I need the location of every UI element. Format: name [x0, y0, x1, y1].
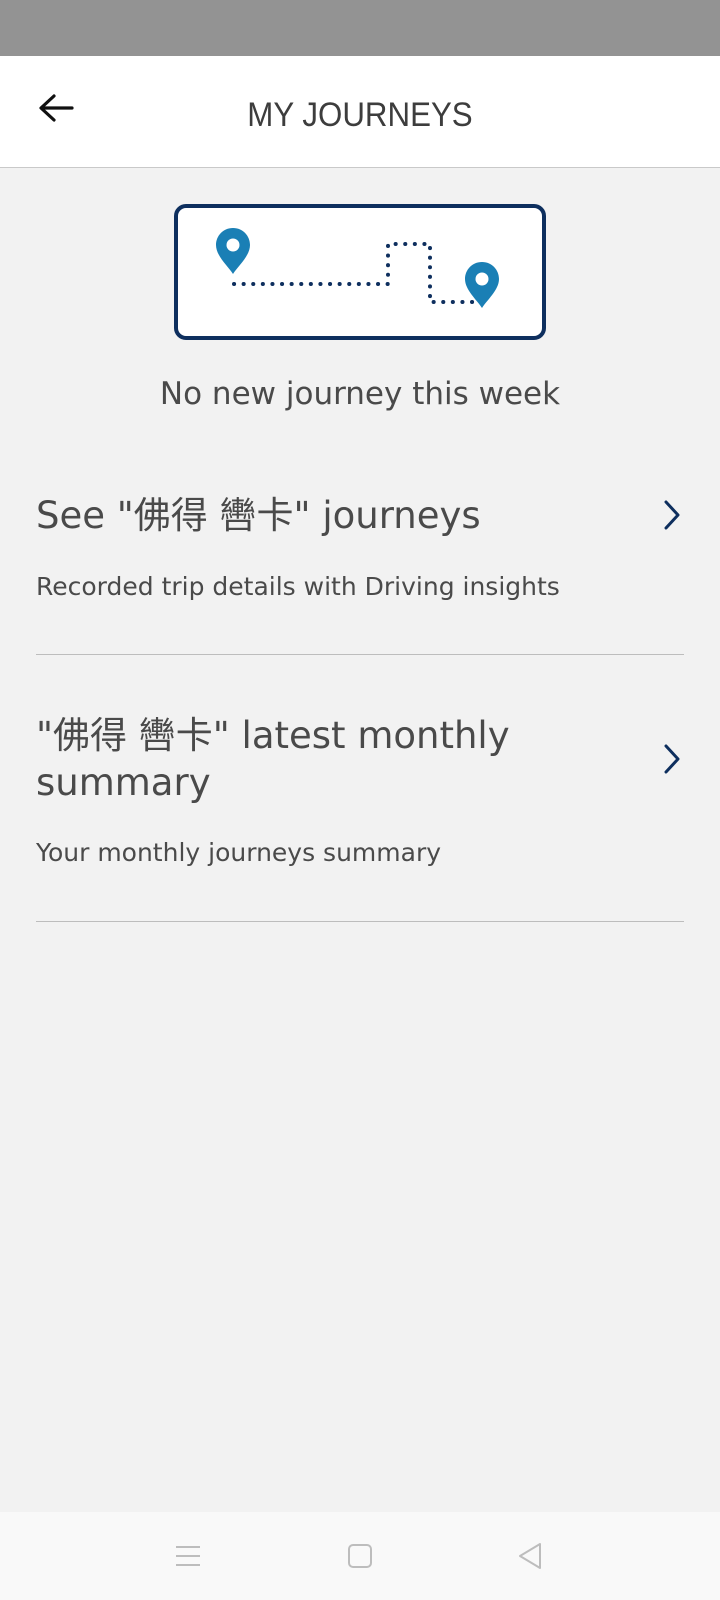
menu-button[interactable] [164, 1532, 212, 1580]
arrow-left-icon [39, 94, 74, 122]
app-header: MY JOURNEYS [0, 56, 720, 168]
page-title: MY JOURNEYS [247, 96, 473, 134]
journey-route-illustration [174, 204, 546, 340]
empty-state-message: No new journey this week [159, 376, 561, 412]
triangle-back-icon [519, 1543, 541, 1569]
monthly-summary-subtitle: Your monthly journeys summary [36, 838, 442, 867]
back-nav-button[interactable] [506, 1532, 554, 1580]
back-button[interactable] [26, 78, 86, 138]
see-journeys-row[interactable]: See "佛得 轡卡" journeys Recorded trip detai… [36, 492, 684, 656]
see-journeys-subtitle: Recorded trip details with Driving insig… [36, 572, 560, 601]
chevron-right-icon [664, 500, 680, 530]
divider [36, 654, 684, 655]
menu-icon [176, 1546, 200, 1566]
chevron-right-icon [664, 744, 680, 774]
square-home-icon [348, 1544, 372, 1568]
monthly-summary-title: "佛得 轡卡" latest monthly summary [36, 714, 510, 804]
home-button[interactable] [336, 1532, 384, 1580]
divider [36, 921, 684, 922]
see-journeys-title: See "佛得 轡卡" journeys [36, 494, 481, 537]
status-bar [0, 0, 720, 56]
system-navigation-bar [0, 1512, 720, 1600]
monthly-summary-row[interactable]: "佛得 轡卡" latest monthly summary Your mont… [36, 712, 684, 924]
